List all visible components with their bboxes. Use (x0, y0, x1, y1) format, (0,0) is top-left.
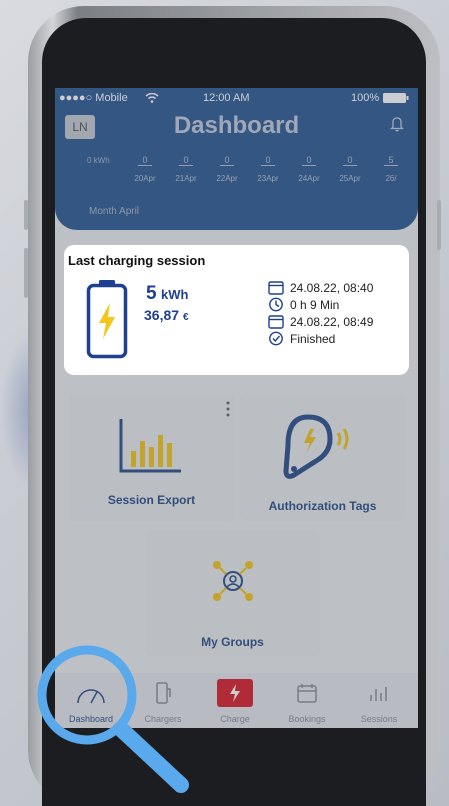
price-unit: € (182, 312, 189, 323)
price-readout: 36,87 € (144, 307, 189, 323)
clock-icon (269, 297, 283, 312)
battery-charging-icon (86, 280, 128, 359)
energy-readout: 5 kWh (146, 283, 188, 305)
calendar-start-icon (268, 281, 284, 295)
calendar-end-icon (268, 315, 284, 329)
energy-unit: kWh (161, 287, 189, 302)
phone-side-button-left (24, 200, 28, 230)
energy-value: 5 (146, 283, 157, 304)
phone-side-button-right (437, 200, 441, 250)
session-status: Finished (290, 332, 336, 346)
card-title: Last charging session (68, 253, 206, 268)
dim-overlay (55, 88, 418, 728)
duration: 0 h 9 Min (290, 298, 340, 312)
magnifier-highlight-icon (37, 645, 189, 793)
end-time: 24.08.22, 08:49 (290, 315, 374, 329)
phone-side-button-left-2 (24, 248, 28, 298)
check-circle-icon (269, 331, 283, 346)
app-screen: ●●●●○ Mobile 12:00 AM 100% LN Dashboard … (55, 88, 418, 728)
last-charging-session-card[interactable]: Last charging session 5 kWh 36,87 € 24.0… (64, 245, 409, 375)
price-value: 36,87 (144, 307, 180, 323)
start-time: 24.08.22, 08:40 (290, 281, 374, 295)
